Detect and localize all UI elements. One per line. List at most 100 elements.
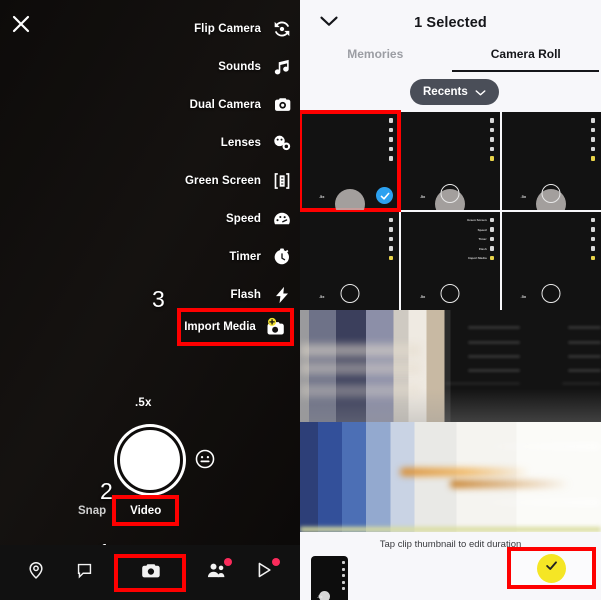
mini-icon (388, 146, 394, 151)
clip-thumbnail[interactable]: .5x (311, 556, 348, 600)
mode-video-tab[interactable]: Video (112, 495, 180, 526)
friends-badge-dot (224, 557, 232, 566)
dual-camera-icon (271, 95, 292, 116)
mode-video-label: Video (130, 505, 162, 517)
bottom-navigation-bar (0, 545, 300, 600)
annotation-3: 3 (152, 286, 165, 312)
mini-icon (388, 217, 394, 223)
camera-tools-menu: Flip Camera Sounds Dual Camera Lenses Gr… (112, 10, 292, 314)
mini-label: Green Screen (467, 218, 487, 222)
tab-memories[interactable]: Memories (300, 44, 451, 72)
mini-icon (590, 236, 595, 242)
media-thumbnail[interactable]: .5x (300, 211, 400, 310)
mini-icon (590, 137, 595, 142)
thumbnail-overlay-menu (590, 118, 595, 161)
menu-item-label: Speed (225, 213, 261, 225)
mini-icon (388, 156, 394, 161)
spotlight-badge-dot (272, 557, 280, 566)
mini-icon (489, 246, 495, 251)
mini-icon (489, 118, 495, 123)
menu-item-green-screen[interactable]: Green Screen (112, 162, 292, 200)
smiley-face-icon[interactable] (194, 448, 216, 470)
close-x-icon[interactable] (9, 12, 33, 36)
speedometer-icon (271, 209, 292, 230)
import-media-label: Import Media (184, 321, 256, 333)
mini-label: Import Media (467, 256, 487, 260)
thumbnail-zoom-label: .5x (419, 294, 426, 299)
media-thumbnail-selected[interactable]: .5x (300, 109, 402, 213)
mini-icon (388, 227, 394, 232)
filter-bar: Recents 4 (300, 72, 601, 112)
menu-item-label: Flip Camera (194, 23, 261, 35)
mini-icon (590, 246, 595, 251)
recents-label: Recents (423, 86, 468, 98)
media-preview-row-a[interactable] (300, 310, 601, 422)
thumbnail-shutter-ring (541, 184, 561, 204)
mini-icon (489, 236, 495, 242)
mini-icon (590, 227, 595, 232)
flip-camera-icon (271, 19, 292, 40)
menu-item-lenses[interactable]: Lenses (112, 124, 292, 162)
menu-item-label: Flash (230, 289, 261, 301)
mini-icon (388, 137, 394, 142)
import-media-button[interactable]: Import Media (177, 308, 294, 346)
menu-item-sounds[interactable]: Sounds (112, 48, 292, 86)
mini-icon (489, 217, 495, 223)
mini-icon (388, 127, 394, 132)
mini-icon (388, 246, 394, 251)
nav-map-button[interactable] (18, 556, 54, 590)
green-screen-icon (271, 171, 292, 192)
mini-icon (590, 127, 595, 132)
thumbnail-shutter-ring (340, 284, 360, 303)
menu-item-speed[interactable]: Speed (112, 200, 292, 238)
menu-item-timer[interactable]: Timer (112, 238, 292, 276)
camera-panel: Flip Camera Sounds Dual Camera Lenses Gr… (0, 0, 300, 600)
spotlight-play-icon (254, 560, 274, 585)
confirm-button[interactable] (537, 553, 566, 583)
map-pin-icon (26, 560, 46, 585)
media-thumbnail[interactable]: .5x (501, 211, 601, 310)
app-screenshot: Flip Camera Sounds Dual Camera Lenses Gr… (0, 0, 601, 600)
zoom-level-label[interactable]: .5x (135, 397, 152, 409)
menu-item-flip-camera[interactable]: Flip Camera (112, 10, 292, 48)
mini-icon (590, 156, 595, 161)
menu-item-label: Timer (229, 251, 261, 263)
shutter-button[interactable] (117, 427, 183, 493)
mini-label: Speed (477, 227, 487, 232)
confirm-button-highlight (507, 547, 596, 589)
thumbnail-overlay-menu (388, 118, 394, 161)
lenses-icon (271, 133, 292, 154)
menu-item-label: Dual Camera (189, 99, 261, 111)
media-preview-row-b[interactable] (300, 422, 601, 532)
menu-item-label: Green Screen (185, 175, 261, 187)
nav-chat-button[interactable] (66, 556, 102, 590)
thumbnail-zoom-label: .5x (520, 294, 527, 299)
mode-snap-tab[interactable]: Snap (78, 505, 106, 517)
recents-filter-button[interactable]: Recents (410, 79, 499, 105)
media-thumbnail[interactable]: .5x (400, 112, 501, 211)
thumbnail-overlay-menu: Green Screen Speed Timer Flash Import Me… (467, 217, 495, 261)
thumbnail-zoom-label: .5x (419, 194, 426, 200)
nav-camera-button[interactable] (114, 553, 186, 592)
picker-header: 1 Selected (300, 0, 601, 44)
media-thumbnail[interactable]: .5x (501, 112, 601, 211)
media-thumbnail[interactable]: Green Screen Speed Timer Flash Import Me… (400, 211, 501, 310)
tab-camera-roll[interactable]: Camera Roll (451, 44, 601, 72)
thumbnail-overlay-menu (388, 217, 394, 261)
nav-friends-button[interactable] (198, 556, 234, 590)
mini-icon (489, 127, 495, 132)
menu-item-dual-camera[interactable]: Dual Camera (112, 86, 292, 124)
thumbnail-shutter-preview (334, 189, 365, 211)
camera-roll-panel: 1 Selected Memories Camera Roll Recents … (300, 0, 601, 600)
mini-icon (489, 137, 495, 142)
mini-icon (489, 156, 495, 161)
flash-bolt-icon (271, 285, 292, 306)
mini-icon (590, 118, 595, 123)
thumbnail-shutter-ring (440, 284, 460, 303)
mini-icon (388, 236, 394, 242)
thumbnail-zoom-label: .5x (520, 194, 527, 200)
mini-icon (489, 227, 495, 232)
nav-spotlight-button[interactable] (246, 556, 282, 590)
thumbnail-shutter-ring (440, 184, 460, 204)
timer-icon (271, 247, 292, 268)
